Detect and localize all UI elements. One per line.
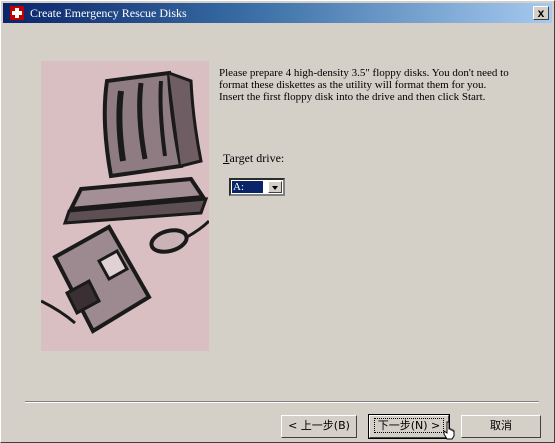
cancel-button-label: 取消 <box>490 419 512 432</box>
instruction-line-1: Please prepare 4 high-density 3.5" flopp… <box>219 67 509 91</box>
back-button[interactable]: < 上一步(B) <box>281 415 357 438</box>
button-separator <box>25 401 539 403</box>
close-button[interactable]: x <box>533 6 549 20</box>
next-button-label: 下一步(N) > <box>373 418 445 433</box>
computer-floppy-drawing <box>40 70 211 334</box>
computer-floppy-illustration <box>40 61 211 351</box>
window-title: Create Emergency Rescue Disks <box>30 6 187 20</box>
mouse-pointer-icon <box>443 421 455 440</box>
dropdown-arrow-icon[interactable] <box>268 181 282 193</box>
back-button-label: < 上一步(B) <box>288 419 350 432</box>
instructions-text: Please prepare 4 high-density 3.5" flopp… <box>219 67 537 103</box>
wizard-window: Create Emergency Rescue Disks x Please p… <box>0 0 555 443</box>
target-drive-value: A: <box>232 181 263 193</box>
next-button[interactable]: 下一步(N) > <box>368 414 450 439</box>
target-drive-dropdown[interactable]: A: <box>229 178 285 196</box>
target-drive-label: Target drive: <box>223 151 284 166</box>
target-drive-label-text: arget drive: <box>229 151 285 165</box>
instruction-line-2: Insert the first floppy disk into the dr… <box>219 91 486 103</box>
cancel-button[interactable]: 取消 <box>461 415 541 438</box>
title-bar[interactable]: Create Emergency Rescue Disks x <box>3 3 552 23</box>
rescue-disk-app-icon <box>10 6 24 20</box>
